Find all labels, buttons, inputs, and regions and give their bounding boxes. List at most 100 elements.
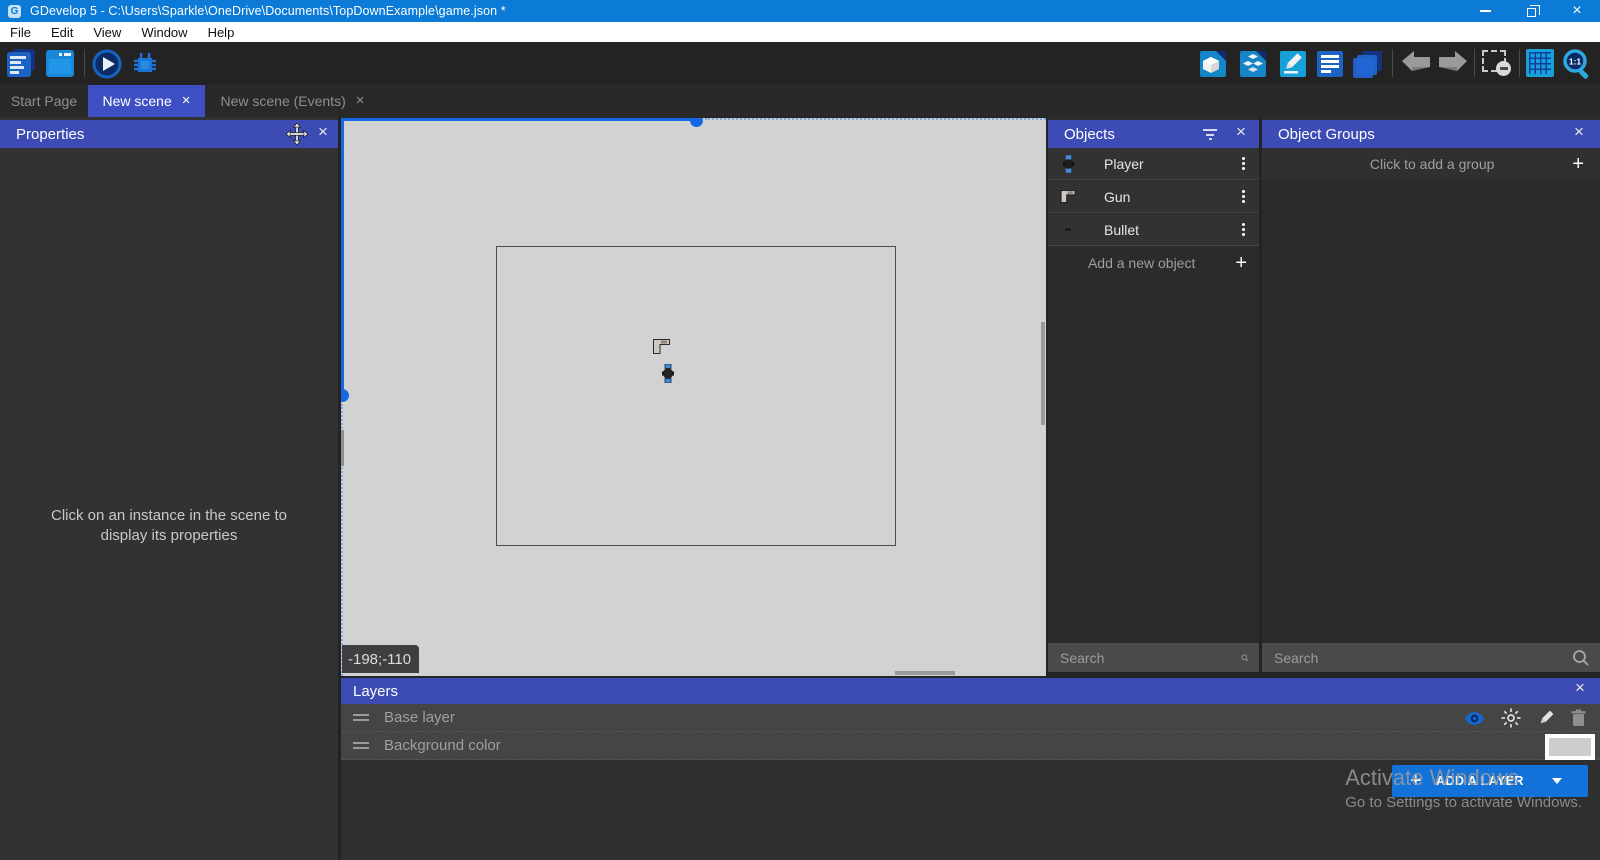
- gdevelop-logo-icon: G: [8, 5, 21, 18]
- tab-close-icon[interactable]: ×: [356, 95, 365, 107]
- canvas-hscroll-line: [341, 118, 691, 121]
- properties-panel-close-icon[interactable]: ×: [318, 125, 328, 139]
- cursor-coordinates-badge: -198;-110: [342, 645, 419, 673]
- toolbar: 1:1: [0, 42, 1600, 85]
- grid-icon: [1526, 49, 1554, 77]
- titlebar: G GDevelop 5 - C:\Users\Sparkle\OneDrive…: [0, 0, 1600, 22]
- object-row-bullet[interactable]: Bullet: [1048, 214, 1259, 246]
- minimize-button[interactable]: [1462, 0, 1508, 22]
- chevron-down-icon[interactable]: [1552, 778, 1562, 784]
- open-layers-editor-button[interactable]: [1352, 49, 1382, 79]
- object-name: Bullet: [1104, 222, 1242, 238]
- canvas-vscroll-thumb[interactable]: [341, 389, 349, 402]
- layer-row-background-color[interactable]: Background color: [341, 732, 1600, 760]
- debug-icon: [130, 49, 160, 79]
- zoom-1-1-icon: 1:1: [1562, 49, 1594, 81]
- filter-icon[interactable]: [1203, 129, 1217, 140]
- properties-empty-message: Click on an instance in the scene to dis…: [28, 506, 310, 547]
- objects-panel: Objects × Player: [1048, 117, 1259, 672]
- object-row-player[interactable]: Player: [1048, 148, 1259, 180]
- tab-label: New scene (Events): [220, 93, 345, 109]
- close-button[interactable]: ×: [1554, 0, 1600, 22]
- player-thumbnail-icon: [1048, 155, 1088, 173]
- restore-icon: [1527, 8, 1536, 17]
- clear-selection-button[interactable]: [1481, 49, 1511, 79]
- search-icon: [1572, 649, 1590, 667]
- canvas-right-scrollbar[interactable]: [1041, 322, 1045, 425]
- layers-panel: Layers × Base layer: [341, 678, 1600, 860]
- undo-icon: [1400, 49, 1432, 79]
- zoom-original-button[interactable]: 1:1: [1562, 49, 1592, 79]
- menu-help[interactable]: Help: [198, 25, 245, 40]
- delete-layer-trash-icon[interactable]: [1571, 709, 1586, 727]
- plus-icon: +: [1235, 252, 1247, 275]
- object-row-gun[interactable]: Gun: [1048, 181, 1259, 213]
- tab-new-scene-events[interactable]: New scene (Events) ×: [205, 85, 380, 117]
- layers-panel-close-icon[interactable]: ×: [1575, 681, 1585, 695]
- gun-thumbnail-icon: [1048, 190, 1088, 203]
- object-menu-icon[interactable]: [1242, 223, 1245, 236]
- objects-search-input[interactable]: [1048, 650, 1241, 666]
- gun-instance[interactable]: [653, 339, 670, 354]
- background-color-swatch[interactable]: [1545, 734, 1595, 760]
- object-name: Player: [1104, 156, 1242, 172]
- object-name: Gun: [1104, 189, 1242, 205]
- drag-handle-icon[interactable]: [353, 714, 369, 721]
- add-new-object-button[interactable]: Add a new object +: [1048, 247, 1259, 279]
- player-instance[interactable]: [662, 364, 674, 383]
- add-group-button[interactable]: Click to add a group +: [1262, 148, 1600, 180]
- tab-close-icon[interactable]: ×: [182, 95, 191, 107]
- add-a-layer-label: ADD A LAYER: [1436, 774, 1524, 788]
- redo-button[interactable]: [1437, 49, 1467, 79]
- undo-button[interactable]: [1400, 49, 1430, 79]
- play-preview-button[interactable]: [92, 49, 122, 79]
- move-cursor-icon: [286, 123, 308, 145]
- search-icon: [1241, 649, 1249, 667]
- project-manager-button[interactable]: [7, 49, 37, 79]
- toolbar-separator: [1519, 49, 1520, 77]
- open-instances-list-button[interactable]: [1315, 49, 1345, 79]
- groups-search-input[interactable]: [1262, 650, 1572, 666]
- tabbar: Start Page New scene × New scene (Events…: [0, 85, 1600, 117]
- object-groups-panel-title: Object Groups: [1278, 126, 1375, 143]
- toolbar-separator: [1474, 49, 1475, 77]
- objects-panel-header: Objects ×: [1048, 120, 1259, 148]
- tab-label: Start Page: [11, 93, 77, 109]
- canvas-left-scrollbar-segment[interactable]: [341, 430, 344, 466]
- open-object-groups-editor-button[interactable]: [1238, 49, 1268, 79]
- layers-editor-icon: [1352, 49, 1384, 79]
- tab-new-scene[interactable]: New scene ×: [88, 85, 205, 117]
- open-properties-panel-button[interactable]: [1278, 49, 1308, 79]
- canvas-hscroll-thumb[interactable]: [690, 118, 703, 127]
- edit-layer-pencil-icon[interactable]: [1537, 709, 1555, 727]
- start-page-button[interactable]: [46, 49, 76, 79]
- minimize-icon: [1480, 10, 1491, 12]
- object-menu-icon[interactable]: [1242, 157, 1245, 170]
- object-menu-icon[interactable]: [1242, 190, 1245, 203]
- menu-edit[interactable]: Edit: [41, 25, 83, 40]
- plus-icon: +: [1572, 153, 1584, 176]
- drag-handle-icon[interactable]: [353, 742, 369, 749]
- objects-panel-close-icon[interactable]: ×: [1236, 125, 1246, 139]
- canvas-bottom-scrollbar[interactable]: [895, 671, 955, 675]
- canvas-hscroll-dotted: [705, 118, 1046, 120]
- layer-effects-icon[interactable]: [1501, 708, 1521, 728]
- canvas-vscroll-line: [341, 118, 344, 390]
- open-objects-editor-button[interactable]: [1198, 49, 1228, 79]
- properties-pencil-icon: [1278, 49, 1308, 79]
- object-groups-panel-close-icon[interactable]: ×: [1574, 125, 1584, 139]
- add-a-layer-button[interactable]: + ADD A LAYER: [1392, 765, 1588, 797]
- visibility-eye-icon[interactable]: [1464, 711, 1485, 726]
- debug-button[interactable]: [130, 49, 160, 79]
- object-groups-icon: [1238, 49, 1268, 79]
- tab-start-page[interactable]: Start Page: [0, 85, 88, 117]
- toggle-grid-button[interactable]: [1526, 49, 1556, 79]
- add-new-object-label: Add a new object: [1048, 255, 1235, 271]
- restore-button[interactable]: [1508, 0, 1554, 22]
- menu-view[interactable]: View: [83, 25, 131, 40]
- layer-row-base[interactable]: Base layer: [341, 704, 1600, 732]
- instances-list-icon: [1315, 49, 1345, 79]
- menu-window[interactable]: Window: [131, 25, 197, 40]
- menu-file[interactable]: File: [0, 25, 41, 40]
- scene-canvas[interactable]: -198;-110: [341, 118, 1046, 676]
